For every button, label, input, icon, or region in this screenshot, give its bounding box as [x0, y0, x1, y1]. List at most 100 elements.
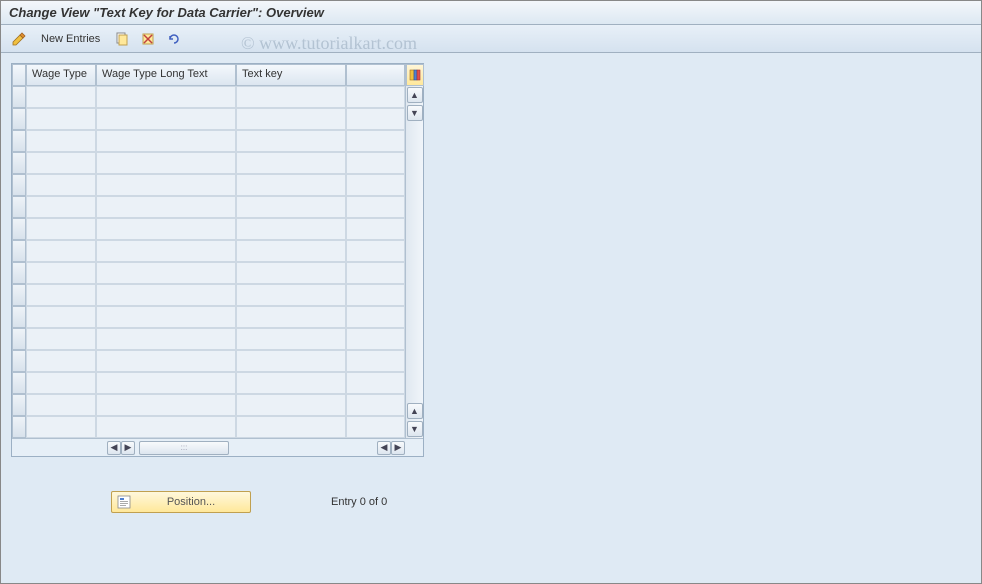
cell-text-key[interactable]: [236, 350, 346, 372]
cell-long-text[interactable]: [96, 328, 236, 350]
row-selector[interactable]: [12, 196, 26, 218]
cell-wage-type[interactable]: [26, 108, 96, 130]
row-selector[interactable]: [12, 284, 26, 306]
cell-long-text[interactable]: [96, 350, 236, 372]
cell-text-key[interactable]: [236, 394, 346, 416]
cell-text-key[interactable]: [236, 284, 346, 306]
title-bar: Change View "Text Key for Data Carrier":…: [1, 1, 981, 25]
column-wage-type[interactable]: Wage Type: [26, 64, 96, 86]
row-selector[interactable]: [12, 152, 26, 174]
cell-long-text[interactable]: [96, 240, 236, 262]
new-entries-button[interactable]: New Entries: [35, 31, 106, 47]
cell-wage-type[interactable]: [26, 372, 96, 394]
cell-long-text[interactable]: [96, 152, 236, 174]
cell-long-text[interactable]: [96, 306, 236, 328]
cell-text-key[interactable]: [236, 328, 346, 350]
cell-text-key[interactable]: [236, 306, 346, 328]
cell-wage-type[interactable]: [26, 196, 96, 218]
cell-wage-type[interactable]: [26, 262, 96, 284]
cell-long-text[interactable]: [96, 174, 236, 196]
cell-wage-type[interactable]: [26, 284, 96, 306]
cell-wage-type[interactable]: [26, 394, 96, 416]
position-icon: [116, 494, 132, 510]
table-row: [12, 174, 405, 196]
cell-text-key[interactable]: [236, 372, 346, 394]
page-title: Change View "Text Key for Data Carrier":…: [9, 5, 324, 20]
table-row: [12, 284, 405, 306]
cell-spacer: [346, 284, 405, 306]
scroll-right-button-2[interactable]: ▶: [391, 441, 405, 455]
cell-spacer: [346, 218, 405, 240]
cell-text-key[interactable]: [236, 240, 346, 262]
delete-icon[interactable]: [138, 29, 158, 49]
row-selector[interactable]: [12, 328, 26, 350]
cell-long-text[interactable]: [96, 416, 236, 438]
cell-spacer: [346, 350, 405, 372]
cell-long-text[interactable]: [96, 130, 236, 152]
scroll-left-button-2[interactable]: ◀: [377, 441, 391, 455]
cell-text-key[interactable]: [236, 130, 346, 152]
row-selector[interactable]: [12, 394, 26, 416]
scroll-left-button[interactable]: ◀: [107, 441, 121, 455]
cell-wage-type[interactable]: [26, 328, 96, 350]
cell-long-text[interactable]: [96, 86, 236, 108]
scroll-up-button-2[interactable]: ▲: [407, 403, 423, 419]
cell-text-key[interactable]: [236, 152, 346, 174]
cell-wage-type[interactable]: [26, 152, 96, 174]
table-settings-icon[interactable]: [406, 64, 424, 86]
row-selector[interactable]: [12, 372, 26, 394]
cell-text-key[interactable]: [236, 218, 346, 240]
scroll-right-button[interactable]: ▶: [121, 441, 135, 455]
cell-wage-type[interactable]: [26, 306, 96, 328]
position-button[interactable]: Position...: [111, 491, 251, 513]
horizontal-scrollbar: ◀ ▶ ::: ◀ ▶: [12, 438, 423, 456]
cell-text-key[interactable]: [236, 262, 346, 284]
scroll-down-button[interactable]: ▼: [407, 105, 423, 121]
cell-text-key[interactable]: [236, 108, 346, 130]
row-selector[interactable]: [12, 174, 26, 196]
cell-wage-type[interactable]: [26, 350, 96, 372]
row-selector[interactable]: [12, 240, 26, 262]
change-icon[interactable]: [9, 29, 29, 49]
cell-text-key[interactable]: [236, 86, 346, 108]
cell-long-text[interactable]: [96, 108, 236, 130]
vertical-scrollbar: ▲ ▼ ▲ ▼: [405, 64, 423, 438]
cell-spacer: [346, 240, 405, 262]
cell-long-text[interactable]: [96, 284, 236, 306]
undo-icon[interactable]: [164, 29, 184, 49]
cell-text-key[interactable]: [236, 416, 346, 438]
cell-wage-type[interactable]: [26, 416, 96, 438]
row-selector[interactable]: [12, 306, 26, 328]
row-selector[interactable]: [12, 130, 26, 152]
cell-spacer: [346, 86, 405, 108]
cell-long-text[interactable]: [96, 262, 236, 284]
row-selector[interactable]: [12, 86, 26, 108]
column-spacer: [346, 64, 405, 86]
row-selector[interactable]: [12, 108, 26, 130]
cell-long-text[interactable]: [96, 218, 236, 240]
data-table: Wage Type Wage Type Long Text Text key ▲…: [11, 63, 424, 457]
copy-icon[interactable]: [112, 29, 132, 49]
column-text-key[interactable]: Text key: [236, 64, 346, 86]
cell-wage-type[interactable]: [26, 240, 96, 262]
cell-spacer: [346, 306, 405, 328]
column-long-text[interactable]: Wage Type Long Text: [96, 64, 236, 86]
row-selector[interactable]: [12, 350, 26, 372]
cell-long-text[interactable]: [96, 196, 236, 218]
cell-wage-type[interactable]: [26, 174, 96, 196]
cell-long-text[interactable]: [96, 394, 236, 416]
scroll-up-button[interactable]: ▲: [407, 87, 423, 103]
row-selector[interactable]: [12, 218, 26, 240]
select-all-cell[interactable]: [12, 64, 26, 86]
scroll-down-button-2[interactable]: ▼: [407, 421, 423, 437]
hscroll-thumb[interactable]: :::: [139, 441, 229, 455]
cell-text-key[interactable]: [236, 196, 346, 218]
cell-wage-type[interactable]: [26, 218, 96, 240]
cell-wage-type[interactable]: [26, 86, 96, 108]
table-header-row: Wage Type Wage Type Long Text Text key: [12, 64, 405, 86]
row-selector[interactable]: [12, 416, 26, 438]
cell-wage-type[interactable]: [26, 130, 96, 152]
cell-long-text[interactable]: [96, 372, 236, 394]
row-selector[interactable]: [12, 262, 26, 284]
cell-text-key[interactable]: [236, 174, 346, 196]
